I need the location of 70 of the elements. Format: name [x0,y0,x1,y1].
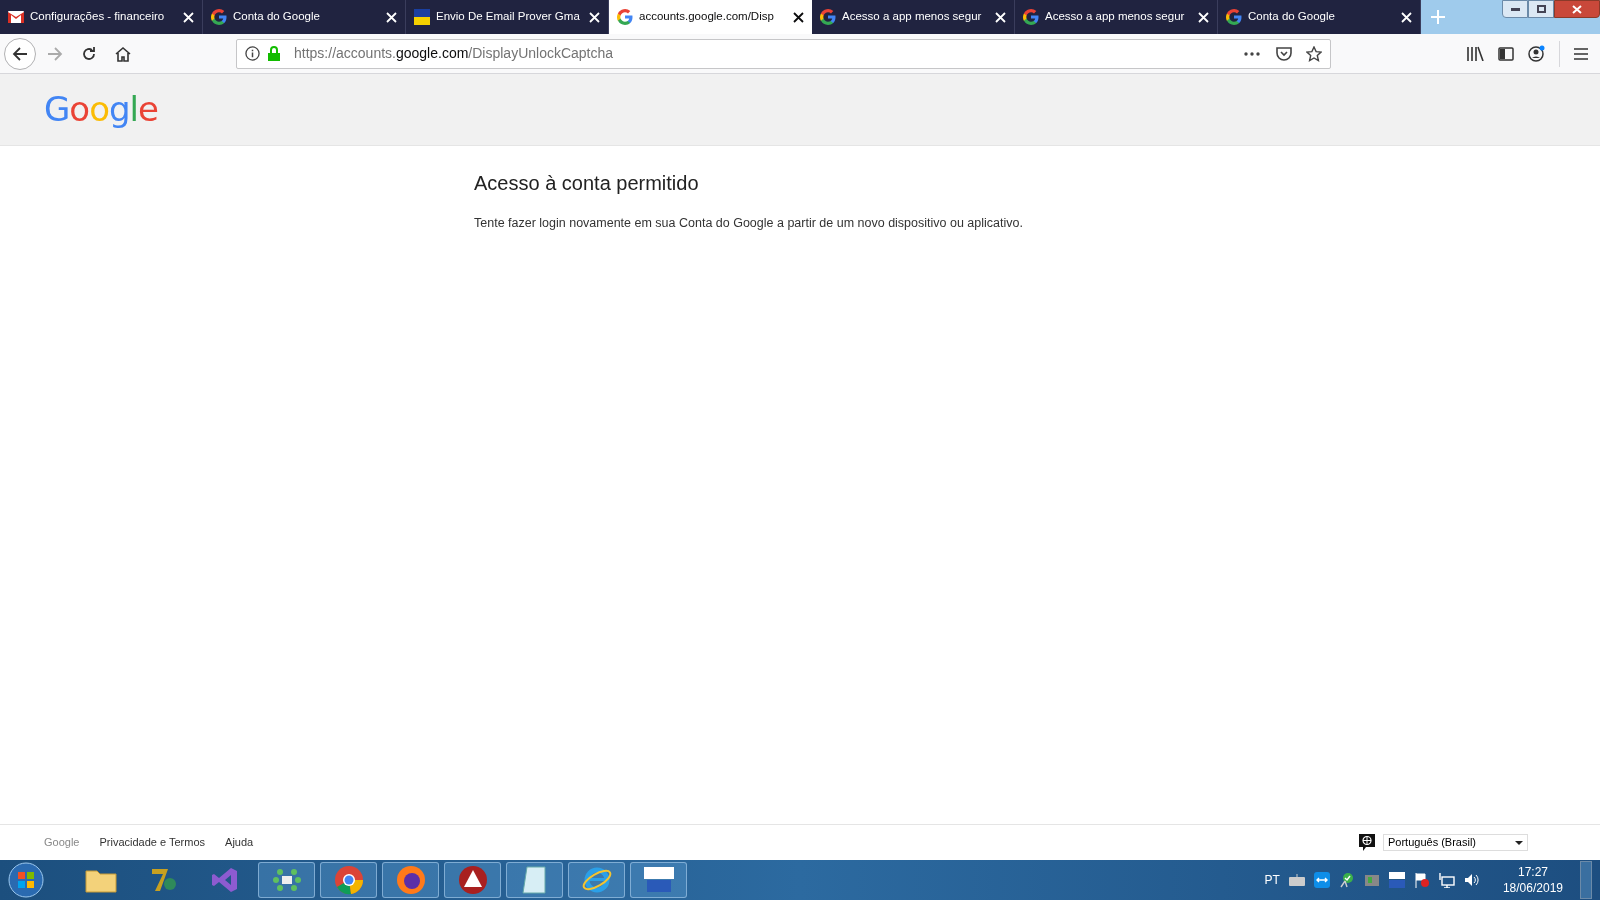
envelope-icon [8,11,24,23]
library-icon[interactable] [1467,46,1484,61]
footer-link[interactable]: Privacidade e Termos [99,834,206,851]
address-bar[interactable]: https://accounts.google.com/DisplayUnlockCaptcha [236,38,1331,69]
browser-tab[interactable]: accounts.google.com/Disp [609,0,812,34]
network-icon[interactable] [1438,872,1455,888]
page-heading: Acesso à conta permitido [474,171,700,196]
tab-title: accounts.google.com/Disp [639,9,775,25]
info-icon [245,46,260,61]
input-language[interactable]: PT [1264,871,1280,889]
taskbar-app-button[interactable] [258,862,315,898]
triangle-circle-icon [457,865,488,895]
message-text: Tente fazer login novamente em sua Conta do Google a partir de um novo dispositivo ou aplicativo. [474,215,1024,232]
sidebar-icon[interactable] [1498,46,1514,61]
google-g-icon [1226,9,1242,25]
caret-icon [1515,840,1523,845]
restore-button[interactable] [1528,0,1554,18]
remote-arrows-icon[interactable] [1313,872,1330,888]
close-window-button[interactable] [1554,0,1600,18]
badge-check-icon[interactable] [1338,872,1355,888]
clock[interactable]: 17:27 18/06/2019 [1502,864,1563,896]
url-text: https://accounts.google.com/DisplayUnlockCaptcha [294,44,614,63]
reload-icon [81,45,97,62]
google-g-icon [617,9,633,25]
windows-orb-icon [8,862,44,898]
google-g-icon [211,9,227,25]
taskbar-app-button[interactable] [382,862,439,898]
taskbar-app-button[interactable] [444,862,501,898]
close-icon [1572,4,1582,14]
home-icon [115,45,131,62]
start-button[interactable] [5,862,47,898]
star-icon[interactable] [1306,45,1322,62]
footer-brand: Google [44,835,80,851]
google-g-icon [820,9,836,25]
dots-cluster-icon [271,867,302,893]
minimize-button[interactable] [1502,0,1528,18]
folder-icon [84,867,117,893]
menu-icon[interactable] [1574,47,1588,60]
tab-title: Conta do Google [233,9,321,25]
flag-error-icon[interactable] [1413,872,1430,888]
e-ring-icon [580,865,613,895]
tricolor-circle-icon [333,865,364,895]
google-g-icon [1023,9,1039,25]
padlock-icon [268,46,280,61]
language-select[interactable]: Português (Brasil) [1383,834,1528,851]
tab-title: Envio De Email Prover Gma [436,9,581,25]
taskbar-app-button[interactable] [320,862,377,898]
device-icon[interactable] [1363,872,1380,888]
taskbar-app-button[interactable] [630,862,687,898]
taskbar-app-button[interactable] [506,862,563,898]
keyboard-icon[interactable] [1288,874,1305,886]
footer-link[interactable]: Ajuda [225,834,254,851]
speaker-icon[interactable] [1463,872,1480,888]
pocket-icon[interactable] [1276,46,1292,61]
logo-sign-icon [642,866,675,894]
more-dots-icon[interactable] [1244,51,1260,56]
tab-title: Acesso a app menos segur [1045,9,1186,25]
logo-sign-icon[interactable] [1388,872,1405,888]
account-icon[interactable] [1528,45,1545,62]
forward-arrow-icon [47,45,63,62]
close-icon[interactable] [793,11,804,23]
speech-globe-icon [1359,834,1375,851]
tab-title: Configurações - financeiro [30,9,166,25]
infinity-ribbon-icon [210,866,239,894]
tab-title: Acesso a app menos segur [842,9,983,25]
back-button[interactable] [4,37,36,70]
back-arrow-icon [12,45,28,62]
google-logo: Google [44,88,158,131]
notepad-icon [520,865,549,895]
tab-title: Conta do Google [1248,9,1336,25]
